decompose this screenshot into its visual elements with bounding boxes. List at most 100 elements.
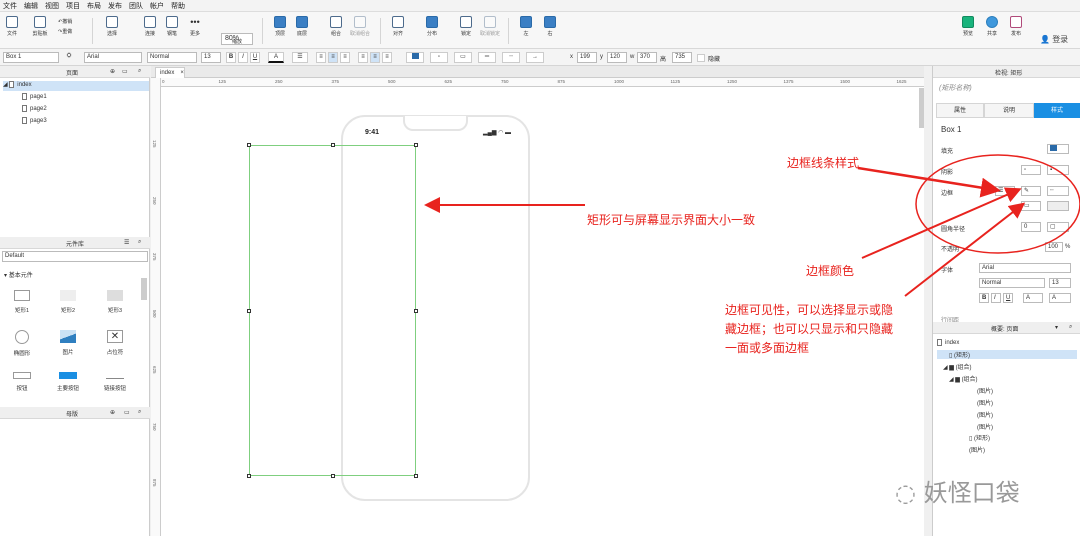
add-folder-icon[interactable]: ▭: [122, 68, 128, 75]
bold-button[interactable]: B: [226, 52, 236, 63]
menu-publish[interactable]: 发布: [108, 1, 122, 11]
lock-button[interactable]: 锁定: [454, 16, 478, 37]
align-left-text-button[interactable]: ≡: [316, 52, 326, 63]
border-visibility-picker[interactable]: ▭: [1021, 201, 1041, 211]
hidden-checkbox[interactable]: [697, 54, 705, 62]
unlock-button[interactable]: 取消锁定: [478, 16, 502, 37]
resize-handle[interactable]: [247, 143, 251, 147]
library-select[interactable]: Default: [2, 251, 148, 262]
library-group[interactable]: ▾ 基本元件: [4, 270, 33, 279]
selected-rectangle[interactable]: [247, 143, 418, 478]
left-button[interactable]: 左: [514, 16, 538, 37]
resize-handle[interactable]: [414, 143, 418, 147]
redo-button[interactable]: ↷ 重做: [58, 28, 86, 36]
radius-input[interactable]: 0: [1021, 222, 1041, 232]
tab-properties[interactable]: 属性: [936, 103, 984, 118]
resize-handle[interactable]: [414, 309, 418, 313]
opacity-input[interactable]: 100: [1045, 242, 1063, 252]
y-input[interactable]: 120: [607, 52, 627, 63]
canvas-scrollbar[interactable]: [919, 88, 924, 128]
fill-color-picker[interactable]: [1047, 144, 1069, 154]
border-style-button[interactable]: ┄: [502, 52, 520, 63]
page-item-page2[interactable]: page2: [22, 105, 47, 112]
font-color-picker[interactable]: A: [1023, 293, 1043, 303]
italic-button[interactable]: I: [238, 52, 248, 63]
underline-button[interactable]: U: [1003, 293, 1013, 303]
menu-view[interactable]: 视图: [45, 1, 59, 11]
inner-shadow-picker[interactable]: ▪: [1047, 165, 1069, 175]
menu-team[interactable]: 团队: [129, 1, 143, 11]
tab-style[interactable]: 样式: [1034, 103, 1080, 118]
font-color-button[interactable]: A: [268, 52, 284, 63]
arrow-style-picker[interactable]: [1047, 201, 1069, 211]
shape-name-input[interactable]: (矩形名称): [937, 83, 1077, 97]
resize-handle[interactable]: [247, 474, 251, 478]
font-size-input[interactable]: 13: [1049, 278, 1071, 288]
widget-rect3[interactable]: 矩形3: [95, 290, 135, 314]
widget-button[interactable]: 按钮: [2, 372, 42, 392]
connect-button[interactable]: 连接: [138, 16, 162, 37]
text-shadow-picker[interactable]: A: [1049, 293, 1071, 303]
outline-item-image[interactable]: (图片): [977, 422, 993, 431]
outline-item-image[interactable]: (图片): [969, 445, 985, 454]
resize-handle[interactable]: [331, 143, 335, 147]
share-button[interactable]: 共享: [980, 16, 1004, 37]
tab-notes[interactable]: 说明: [984, 103, 1034, 118]
outline-item-image[interactable]: (图片): [977, 410, 993, 419]
font-family-select[interactable]: Arial: [84, 52, 142, 63]
widget-link-button[interactable]: 链接按钮: [95, 372, 135, 392]
fill-color-button[interactable]: [406, 52, 424, 63]
widget-rect2[interactable]: 矩形2: [48, 290, 88, 314]
h-input[interactable]: 735: [672, 52, 692, 63]
font-style-select[interactable]: Normal: [147, 52, 197, 63]
outline-item-index[interactable]: index: [937, 339, 959, 346]
add-master-icon[interactable]: ⊕: [110, 409, 115, 416]
page-item-page1[interactable]: page1: [22, 93, 47, 100]
select-button[interactable]: 选择: [100, 16, 124, 37]
search-icon[interactable]: ⌕: [138, 409, 141, 416]
widget-rect1[interactable]: 矩形1: [2, 290, 42, 314]
font-family-input[interactable]: Arial: [979, 263, 1071, 273]
border-color-picker[interactable]: ✎: [1021, 186, 1041, 196]
border-color-button[interactable]: ▭: [454, 52, 472, 63]
tab-index[interactable]: index ×: [155, 67, 185, 78]
align-center-text-button[interactable]: ≡: [328, 52, 338, 63]
underline-button[interactable]: U: [250, 52, 260, 63]
clipboard-button[interactable]: 剪贴板: [28, 16, 52, 37]
outer-shadow-picker[interactable]: ▫: [1021, 165, 1041, 175]
x-input[interactable]: 199: [577, 52, 597, 63]
border-line-style-picker[interactable]: ┄: [1047, 186, 1069, 196]
arrow-style-button[interactable]: →: [526, 52, 544, 63]
align-right-text-button[interactable]: ≡: [340, 52, 350, 63]
align-button[interactable]: 对齐: [386, 16, 410, 37]
distribute-button[interactable]: 分布: [420, 16, 444, 37]
element-name-select[interactable]: Box 1: [3, 52, 59, 63]
page-item-index[interactable]: ◢ index: [3, 81, 149, 91]
font-size-select[interactable]: 13: [201, 52, 221, 63]
bring-front-button[interactable]: 顶层: [268, 16, 292, 37]
outline-item-image[interactable]: (图片): [977, 398, 993, 407]
right-button[interactable]: 右: [538, 16, 562, 37]
widget-primary-button[interactable]: 主要按钮: [48, 372, 88, 392]
border-width-button[interactable]: ═: [478, 52, 496, 63]
valign-middle-button[interactable]: ≡: [370, 52, 380, 63]
search-icon[interactable]: ⌕: [138, 239, 141, 246]
group-button[interactable]: 组合: [324, 16, 348, 37]
valign-top-button[interactable]: ≡: [358, 52, 368, 63]
style-name[interactable]: Box 1: [941, 125, 961, 134]
filter-icon[interactable]: ▾: [1055, 324, 1058, 331]
menu-help[interactable]: 帮助: [171, 1, 185, 11]
outline-item-image[interactable]: (图片): [977, 386, 993, 395]
library-scrollbar[interactable]: [141, 278, 147, 300]
style-manager-icon[interactable]: ⛭: [64, 52, 74, 63]
menu-layout[interactable]: 布局: [87, 1, 101, 11]
search-icon[interactable]: ⌕: [1069, 324, 1072, 331]
menu-account[interactable]: 帐户: [150, 1, 164, 11]
outline-item-group[interactable]: ◢ ▆ (组合): [943, 362, 972, 371]
resize-handle[interactable]: [247, 309, 251, 313]
shadow-button[interactable]: ▫: [430, 52, 448, 63]
resize-handle[interactable]: [414, 474, 418, 478]
bullet-button[interactable]: ☰: [292, 52, 308, 63]
menu-project[interactable]: 项目: [66, 1, 80, 11]
undo-button[interactable]: ↶ 撤销: [58, 18, 86, 26]
